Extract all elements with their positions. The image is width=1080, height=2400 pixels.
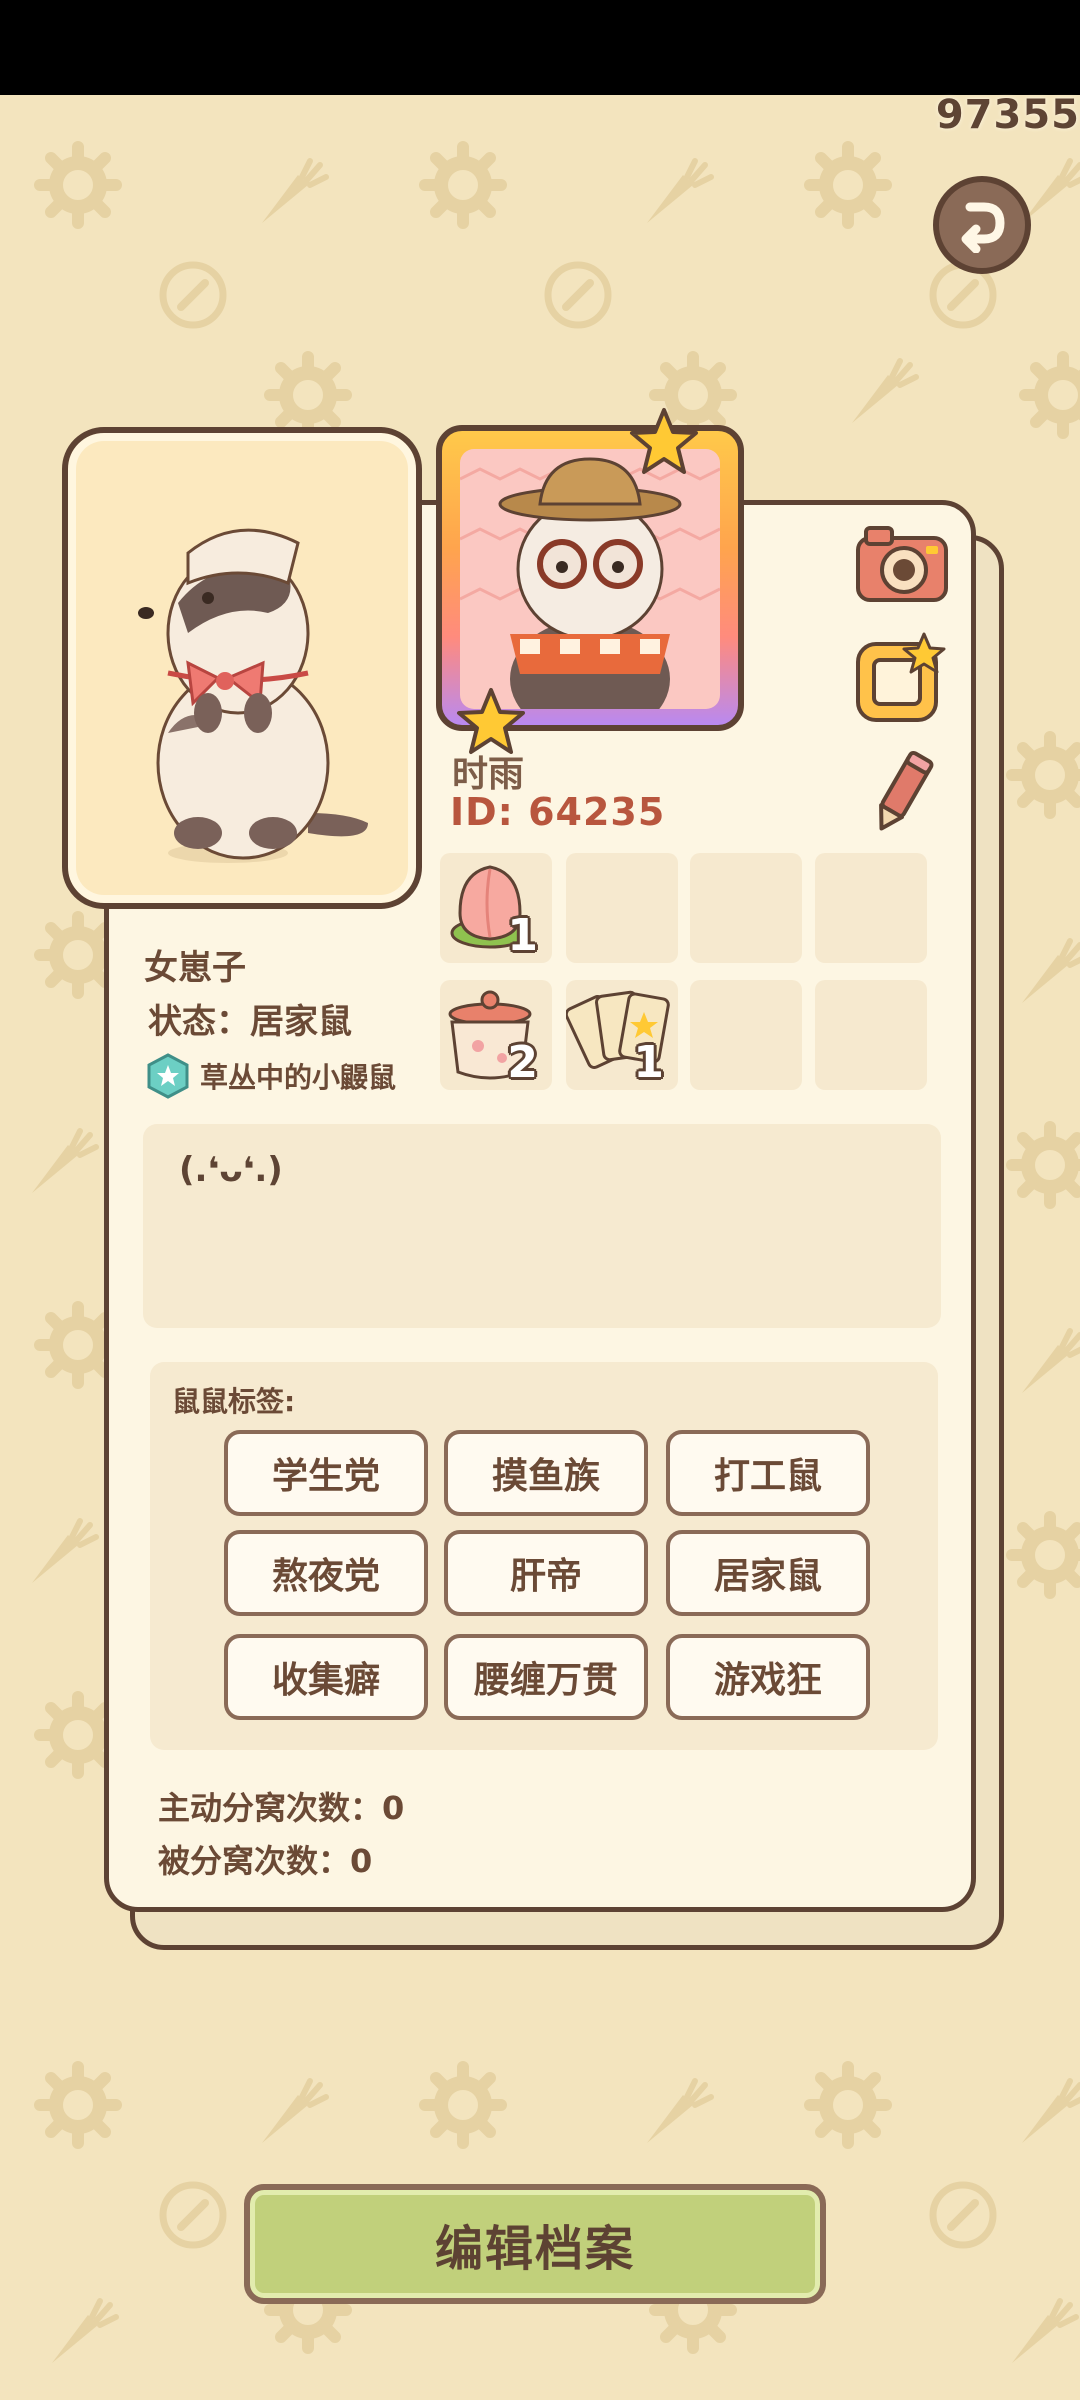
bio-text: (.❛ᴗ❛.) <box>179 1150 283 1190</box>
active-split-count: 主动分窝次数：0 <box>158 1789 405 1827</box>
gender-label: 女崽子 <box>144 948 246 988</box>
bio-box: (.❛ᴗ❛.) <box>143 1124 941 1328</box>
star-badge-icon <box>630 408 698 474</box>
passive-split-count: 被分窝次数：0 <box>158 1842 373 1880</box>
item-slot-empty <box>690 853 802 963</box>
item-slot-empty <box>815 980 927 1090</box>
tags-panel: 鼠鼠标签: 学生党 摸鱼族 打工鼠 熬夜党 肝帝 居家鼠 收集癖 腰缠万贯 游戏… <box>150 1362 938 1750</box>
tag-worker[interactable]: 打工鼠 <box>666 1430 870 1516</box>
camera-icon[interactable] <box>852 520 952 608</box>
star-hexagon-icon <box>147 1053 189 1099</box>
tag-night-owl[interactable]: 熬夜党 <box>224 1530 428 1616</box>
avatar-image <box>460 449 720 709</box>
tag-collector[interactable]: 收集癖 <box>224 1634 428 1720</box>
tag-gamer[interactable]: 游戏狂 <box>666 1634 870 1720</box>
tag-slacker[interactable]: 摸鱼族 <box>444 1430 648 1516</box>
tag-student[interactable]: 学生党 <box>224 1430 428 1516</box>
pencil-edit-icon[interactable] <box>862 748 942 838</box>
pet-portrait <box>62 427 422 909</box>
item-slot[interactable]: 1 <box>440 853 552 963</box>
tag-grinder[interactable]: 肝帝 <box>444 1530 648 1616</box>
ferret-illustration <box>138 528 368 863</box>
status-bar <box>0 0 1080 95</box>
title-text: 草丛中的小鼹鼠 <box>200 1061 397 1094</box>
tag-wealthy[interactable]: 腰缠万贯 <box>444 1634 648 1720</box>
item-slot[interactable]: 2 <box>440 980 552 1090</box>
user-id: ID: 64235 <box>450 790 666 834</box>
item-slot-empty <box>690 980 802 1090</box>
ferret-avatar-illustration <box>460 457 720 709</box>
item-slot[interactable]: 1 <box>564 980 678 1090</box>
item-slot-empty <box>566 853 678 963</box>
tags-label: 鼠鼠标签: <box>172 1385 296 1418</box>
edit-profile-button[interactable]: 编辑档案 <box>244 2184 826 2304</box>
item-slot-empty <box>815 853 927 963</box>
item-count: 1 <box>633 1037 664 1088</box>
coin-counter: 97355 <box>935 92 1080 138</box>
frame-star-icon[interactable] <box>852 630 952 726</box>
tag-homebody[interactable]: 居家鼠 <box>666 1530 870 1616</box>
back-button[interactable] <box>933 176 1031 274</box>
item-count: 1 <box>507 910 538 961</box>
return-arrow-icon <box>961 202 1005 253</box>
item-count: 2 <box>507 1037 538 1088</box>
title-badge: 草丛中的小鼹鼠 <box>144 1052 396 1100</box>
status-label: 状态：居家鼠 <box>148 1002 352 1042</box>
